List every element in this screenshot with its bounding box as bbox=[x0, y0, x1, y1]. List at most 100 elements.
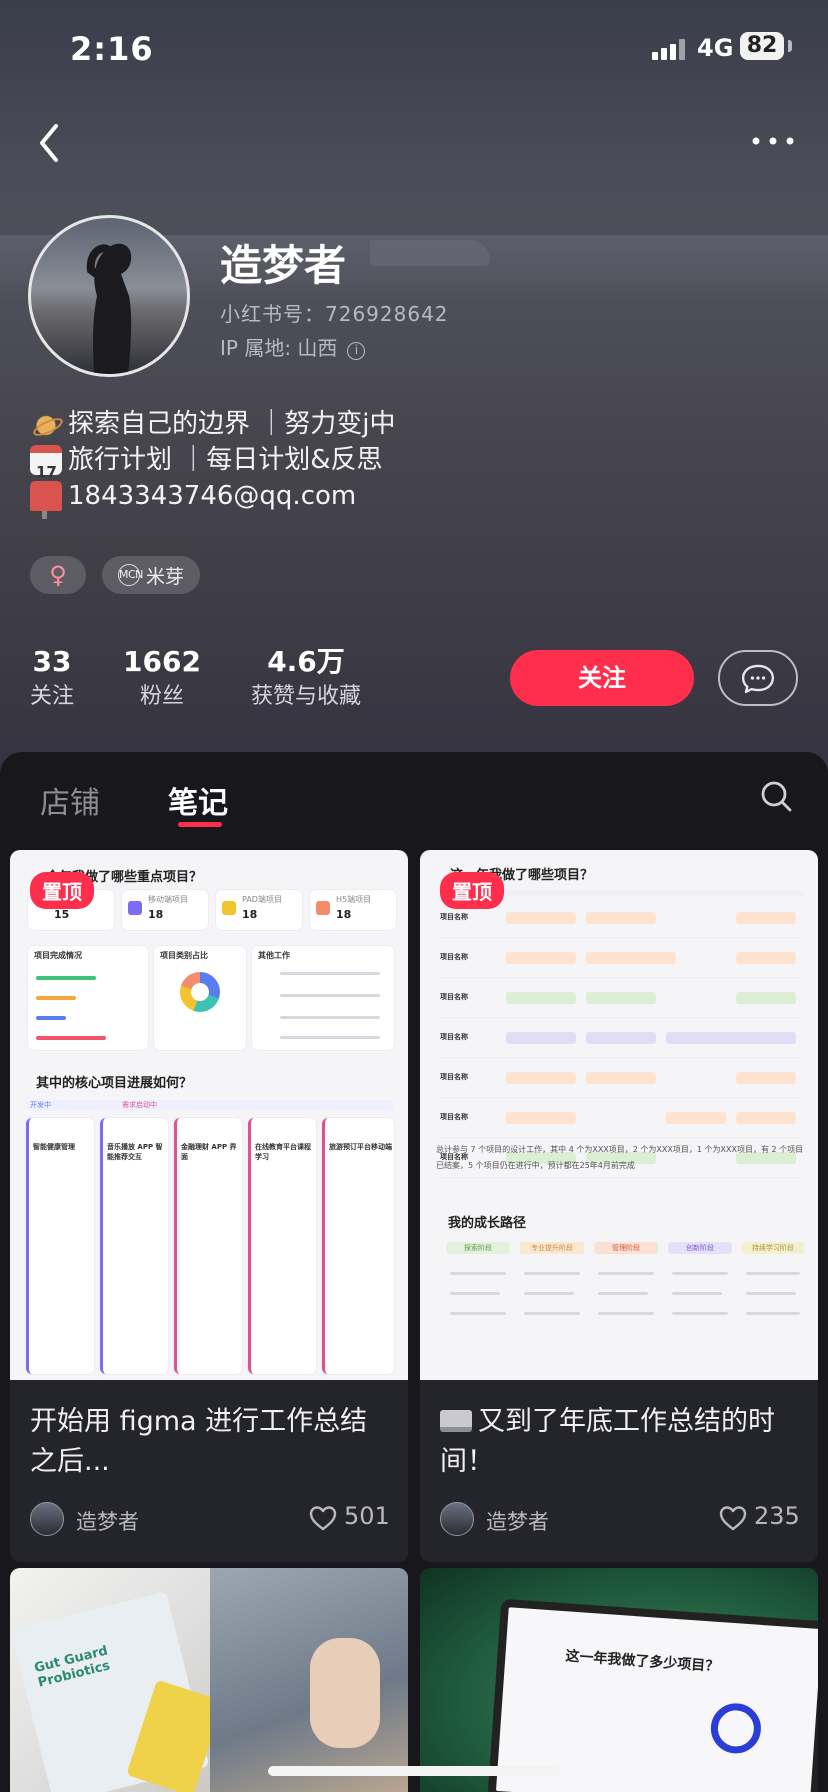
note-card[interactable]: 置顶 今年我做了哪些重点项目？ 15 移动端项目 18 PAD端项目 18 H5… bbox=[10, 850, 408, 1562]
note-meta: 造梦者 501 bbox=[10, 1492, 408, 1562]
note-cover: 置顶 今年我做了哪些重点项目？ 15 移动端项目 18 PAD端项目 18 H5… bbox=[10, 850, 408, 1380]
cover-other-panel: 其他工作 bbox=[252, 946, 394, 1050]
stat-label: 关注 bbox=[30, 684, 75, 709]
pinned-badge: 置顶 bbox=[30, 872, 94, 909]
bio-text: 探索自己的边界 ｜努力变j中 bbox=[68, 409, 396, 439]
row-label: 项目名称 bbox=[440, 1113, 468, 1121]
growth-stage: 专业提升阶段 bbox=[520, 1242, 584, 1254]
mailbox-icon bbox=[30, 481, 62, 519]
battery-tip bbox=[788, 40, 792, 52]
project-column: 旅游预订平台移动端 bbox=[322, 1118, 394, 1374]
note-meta: 造梦者 235 bbox=[420, 1492, 818, 1562]
bio-line: 旅行计划 ｜每日计划&反思 bbox=[30, 442, 396, 490]
stat-value: 1662 bbox=[123, 645, 201, 678]
message-button[interactable] bbox=[718, 650, 798, 706]
cover-heading: 我的成长路径 bbox=[448, 1216, 527, 1231]
heart-icon[interactable] bbox=[718, 1504, 748, 1532]
cover-progress-panel: 项目完成情况 bbox=[28, 946, 148, 1050]
background-boat bbox=[370, 240, 490, 266]
profile-tags: ♀ MCN 米芽 bbox=[30, 556, 201, 594]
author-avatar[interactable] bbox=[440, 1502, 474, 1536]
cover-metric: 移动端项目 18 bbox=[122, 890, 208, 930]
panel-title: 项目类别占比 bbox=[160, 951, 208, 960]
metric-value: 18 bbox=[242, 908, 258, 921]
project-name: 在线教育平台课程学习 bbox=[255, 1143, 311, 1161]
cover-heading: 其中的核心项目进展如何？ bbox=[36, 1076, 193, 1091]
note-cover-photo[interactable]: 这一年我做了多少项目？ bbox=[420, 1568, 818, 1792]
like-count: 501 bbox=[344, 1502, 390, 1530]
stat-following[interactable]: 33 关注 bbox=[30, 644, 74, 714]
home-indicator[interactable] bbox=[268, 1766, 560, 1776]
project-name: 金融理财 APP 界面 bbox=[181, 1143, 237, 1161]
more-icon[interactable] bbox=[748, 126, 798, 156]
panel-title: 项目完成情况 bbox=[34, 951, 82, 960]
avatar-silhouette bbox=[86, 243, 132, 374]
note-title-text: 又到了年底工作总结的时间！ bbox=[440, 1406, 775, 1477]
growth-stage: 探索阶段 bbox=[446, 1242, 510, 1254]
heart-icon[interactable] bbox=[308, 1504, 338, 1532]
project-name: 音乐播放 APP 智能推荐交互 bbox=[107, 1143, 163, 1161]
row-label: 项目名称 bbox=[440, 913, 468, 921]
search-icon[interactable] bbox=[758, 778, 794, 814]
pinned-badge: 置顶 bbox=[440, 872, 504, 909]
bio-text[interactable]: 1843343746@qq.com bbox=[68, 478, 356, 514]
growth-stage: 创新阶段 bbox=[668, 1242, 732, 1254]
status-bar: 2:16 4G 82 bbox=[0, 26, 828, 70]
avatar[interactable] bbox=[28, 215, 190, 377]
gender-tag: ♀ bbox=[30, 556, 86, 594]
author-avatar[interactable] bbox=[30, 1502, 64, 1536]
cover-metric: H5端项目 18 bbox=[310, 890, 396, 930]
network-type: 4G bbox=[697, 34, 734, 62]
red-id[interactable]: 小红书号：726928642 bbox=[220, 298, 449, 327]
tab-notes[interactable]: 笔记 bbox=[168, 778, 228, 822]
mcn-name: 米芽 bbox=[146, 565, 185, 588]
back-icon[interactable] bbox=[30, 118, 70, 168]
project-name: 旅游预订平台移动端 bbox=[329, 1143, 392, 1151]
hand bbox=[310, 1638, 380, 1748]
note-card[interactable]: 置顶 这一年我做了哪些项目？ 项目名称 项目名称 项目名称 项目名称 项目名称 bbox=[420, 850, 818, 1562]
note-title: 开始用 figma 进行工作总结之后... bbox=[30, 1406, 368, 1477]
profile-name: 造梦者 bbox=[220, 241, 347, 290]
note-cover-photo[interactable]: Gut Guard Probiotics bbox=[10, 1568, 408, 1792]
stat-value: 33 bbox=[32, 645, 72, 678]
metric-label: H5端项目 bbox=[336, 895, 372, 904]
calendar-icon bbox=[30, 445, 62, 490]
product-label: Gut Guard Probiotics bbox=[32, 1643, 112, 1691]
cover-summary: 总计参与 7 个项目的设计工作，其中 4 个为XXX项目，2 个为XXX项目，1… bbox=[436, 1145, 804, 1170]
project-column: 音乐播放 APP 智能推荐交互 bbox=[100, 1118, 168, 1374]
note-title: 又到了年底工作总结的时间！ bbox=[420, 1380, 818, 1492]
author-name[interactable]: 造梦者 bbox=[486, 1506, 549, 1536]
panel-title: 其他工作 bbox=[258, 951, 290, 960]
bio-text: 旅行计划 ｜每日计划&反思 bbox=[68, 445, 383, 475]
pad-icon bbox=[222, 901, 236, 915]
profile-stats: 33 关注 1662 粉丝 4.6万 获赞与收藏 bbox=[30, 644, 406, 714]
info-icon[interactable]: i bbox=[347, 342, 366, 360]
laptop-icon bbox=[440, 1410, 472, 1432]
stat-likes-collects[interactable]: 4.6万 获赞与收藏 bbox=[246, 644, 366, 714]
project-name: 智能健康管理 bbox=[33, 1143, 75, 1151]
female-icon: ♀ bbox=[49, 561, 67, 589]
stat-value: 4.6万 bbox=[267, 645, 345, 678]
cover-lane-bar: 开发中 需求启动中 bbox=[26, 1100, 394, 1110]
row-label: 项目名称 bbox=[440, 953, 468, 961]
mobile-icon bbox=[128, 901, 142, 915]
row-label: 项目名称 bbox=[440, 1033, 468, 1041]
bio-line: 探索自己的边界 ｜努力变j中 bbox=[30, 406, 396, 442]
mcn-tag[interactable]: MCN 米芽 bbox=[102, 556, 201, 594]
cover-metric: PAD端项目 18 bbox=[216, 890, 302, 930]
status-time: 2:16 bbox=[70, 30, 154, 68]
tab-shop[interactable]: 店铺 bbox=[40, 778, 100, 822]
ip-location: IP 属地: 山西 i bbox=[220, 332, 366, 361]
planet-icon bbox=[30, 409, 62, 439]
tablet-screen: 这一年我做了多少项目？ bbox=[487, 1598, 818, 1792]
metric-label: PAD端项目 bbox=[242, 895, 282, 904]
lane-label: 需求启动中 bbox=[122, 1101, 157, 1109]
h5-icon bbox=[316, 901, 330, 915]
author-name[interactable]: 造梦者 bbox=[76, 1506, 139, 1536]
stat-followers[interactable]: 1662 粉丝 bbox=[114, 644, 210, 714]
note-cover: 置顶 这一年我做了哪些项目？ 项目名称 项目名称 项目名称 项目名称 项目名称 bbox=[420, 850, 818, 1380]
metric-value: 15 bbox=[54, 908, 70, 921]
cover-donut-panel: 项目类别占比 bbox=[154, 946, 246, 1050]
follow-button[interactable]: 关注 bbox=[510, 650, 694, 706]
ip-location-text: IP 属地: 山西 bbox=[220, 336, 338, 360]
